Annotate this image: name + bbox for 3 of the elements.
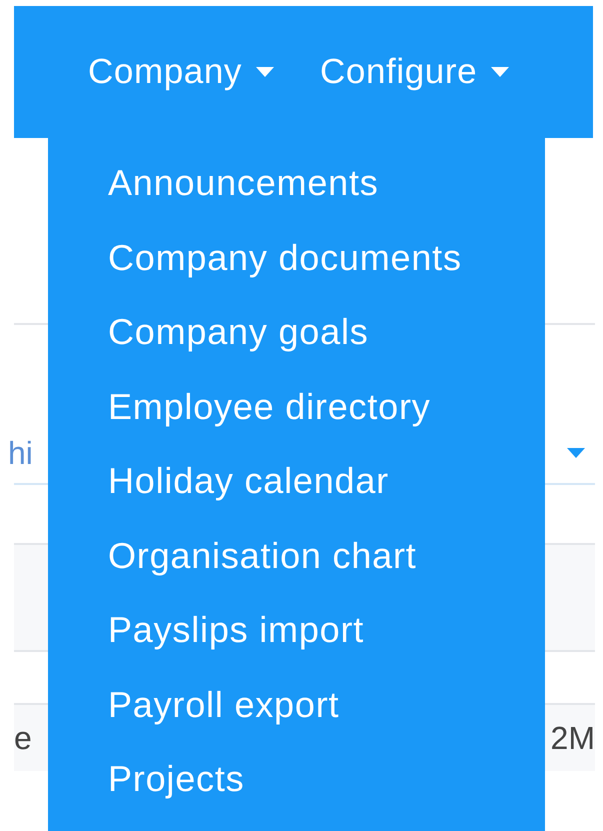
row-text: 2M bbox=[550, 719, 595, 758]
select-value: hi bbox=[8, 434, 33, 473]
row-text: e bbox=[14, 719, 32, 758]
